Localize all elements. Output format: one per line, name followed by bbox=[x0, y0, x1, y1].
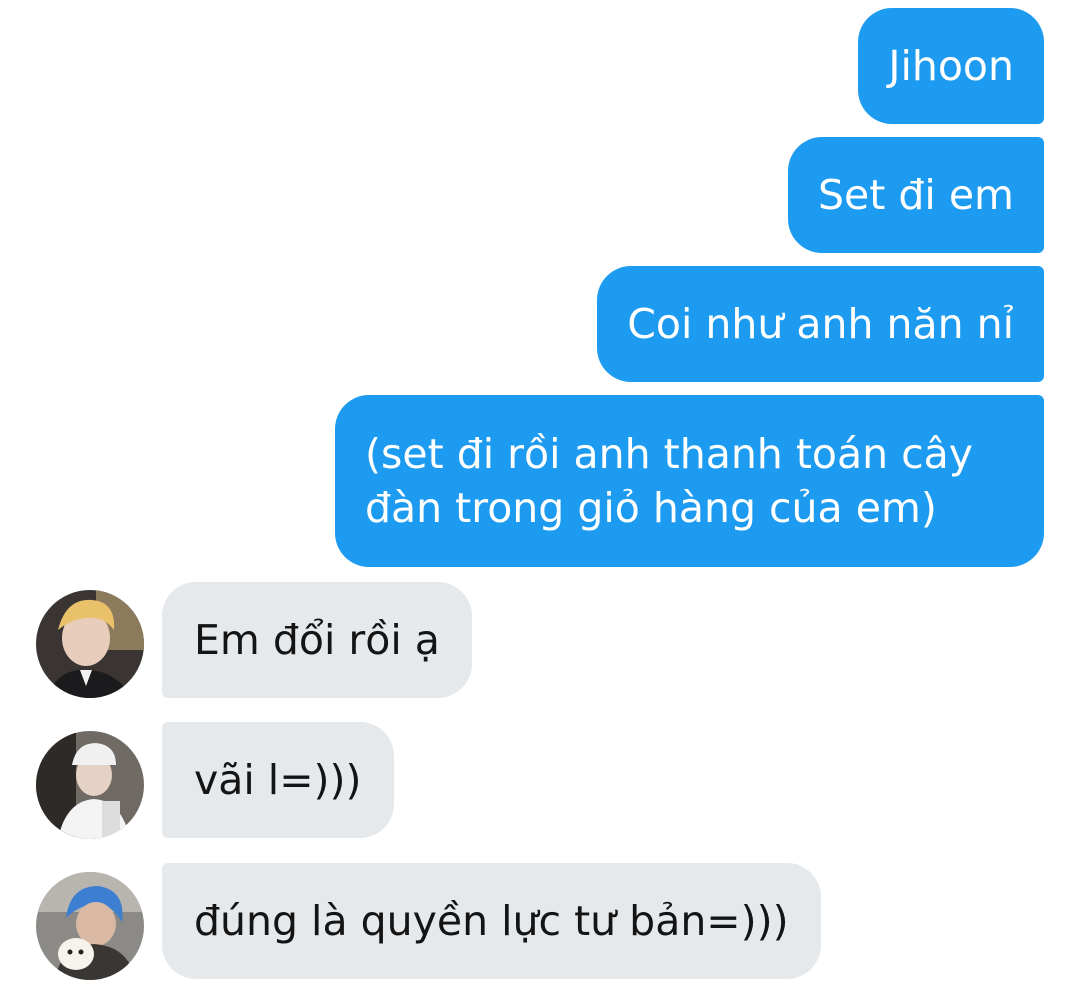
outgoing-message[interactable]: (set đi rồi anh thanh toán cây đàn trong… bbox=[335, 395, 1044, 567]
message-text: (set đi rồi anh thanh toán cây đàn trong… bbox=[365, 430, 974, 532]
incoming-message[interactable]: đúng là quyền lực tư bản=))) bbox=[162, 863, 821, 979]
incoming-message[interactable]: Em đổi rồi ạ bbox=[162, 582, 472, 698]
message-text: Jihoon bbox=[888, 42, 1014, 90]
incoming-message[interactable]: vãi l=))) bbox=[162, 722, 394, 838]
outgoing-message[interactable]: Jihoon bbox=[858, 8, 1044, 124]
avatar[interactable] bbox=[36, 590, 144, 698]
message-text: đúng là quyền lực tư bản=))) bbox=[194, 897, 789, 945]
avatar-white-cap-icon bbox=[36, 731, 144, 839]
outgoing-message[interactable]: Coi như anh năn nỉ bbox=[597, 266, 1044, 382]
outgoing-message[interactable]: Set đi em bbox=[788, 137, 1044, 253]
message-text: Coi như anh năn nỉ bbox=[627, 300, 1014, 348]
avatar[interactable] bbox=[36, 872, 144, 980]
avatar-blue-hair-dog-icon bbox=[36, 872, 144, 980]
avatar[interactable] bbox=[36, 731, 144, 839]
message-text: Em đổi rồi ạ bbox=[194, 616, 440, 664]
message-text: Set đi em bbox=[818, 171, 1014, 219]
message-text: vãi l=))) bbox=[194, 756, 362, 804]
avatar-blonde-suit-icon bbox=[36, 590, 144, 698]
